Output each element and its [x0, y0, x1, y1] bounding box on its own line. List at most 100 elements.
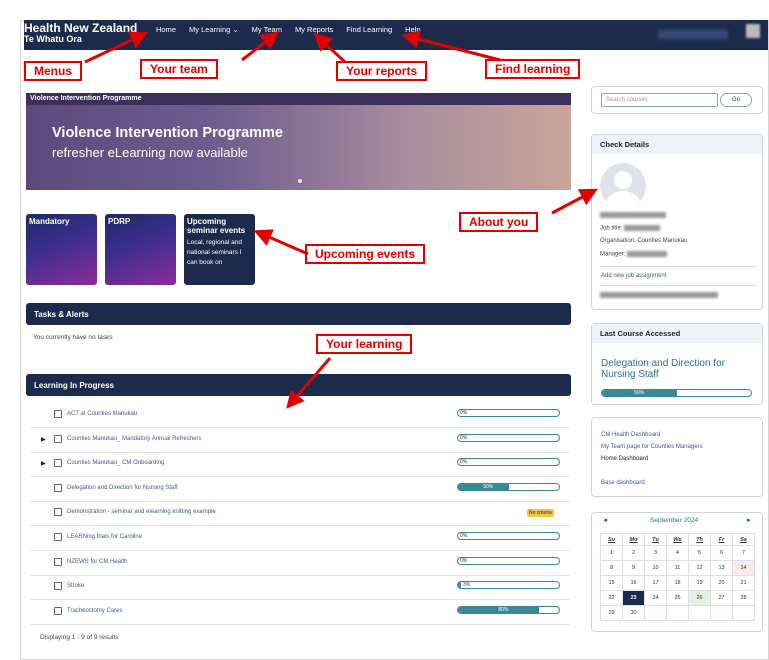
tile-pdrp[interactable]: PDRP	[105, 214, 176, 285]
tile-mandatory[interactable]: Mandatory	[26, 214, 97, 285]
nav-help[interactable]: Help	[405, 25, 420, 34]
calendar-day[interactable]: 18	[666, 575, 689, 591]
nav-my-team[interactable]: My Team	[252, 25, 282, 34]
calendar-day[interactable]: 10	[644, 560, 667, 576]
last-course-progress: 50%	[601, 389, 752, 397]
search-input[interactable]: Search courses	[601, 93, 718, 107]
progress-bar: 0%	[457, 556, 560, 565]
calendar-day[interactable]: 29	[600, 605, 623, 621]
course-title[interactable]: Counties Manukau_ Mandatory Annual Refre…	[67, 436, 201, 442]
learning-row[interactable]: Demonstration - seminar and elearning kn…	[30, 502, 570, 527]
brand-logo[interactable]: Health New Zealand Te Whatu Ora	[24, 22, 137, 45]
top-nav: Health New Zealand Te Whatu Ora Home My …	[24, 20, 768, 50]
hero-banner[interactable]: Violence Intervention Programme Violence…	[26, 93, 571, 190]
dashboard-links-card: CM Health Dashboard My Team page for Cou…	[591, 417, 763, 497]
calendar-day[interactable]: 24	[644, 590, 667, 606]
calendar-day[interactable]: 23	[622, 590, 645, 606]
course-title[interactable]: ACT at Counties Manukau	[67, 411, 137, 417]
calendar-day[interactable]: 7	[732, 545, 755, 561]
course-title[interactable]: LEARNing trials for Caroline	[67, 534, 142, 540]
go-button[interactable]: Go	[720, 93, 752, 107]
calendar-day[interactable]: 27	[710, 590, 733, 606]
calendar-day[interactable]: 5	[688, 545, 711, 561]
calendar-day[interactable]: 15	[600, 575, 623, 591]
course-title[interactable]: Delegation and Direction for Nursing Sta…	[67, 485, 178, 491]
expand-icon[interactable]: ▶	[41, 436, 46, 443]
calendar-day[interactable]: 3	[644, 545, 667, 561]
results-count: Displaying 1 - 9 of 9 results	[40, 634, 119, 641]
learning-row[interactable]: Stroke 3%	[30, 576, 570, 601]
course-title[interactable]: NZEWS for CM Health	[67, 559, 127, 565]
carousel-dot[interactable]	[298, 179, 302, 183]
calendar-day	[644, 605, 667, 621]
brand-line2: Te Whatu Ora	[24, 34, 82, 44]
last-course-link[interactable]: Delegation and Direction for Nursing Sta…	[601, 358, 762, 380]
calendar-day[interactable]: 17	[644, 575, 667, 591]
calendar-day[interactable]: 25	[666, 590, 689, 606]
calendar-day[interactable]: 19	[688, 575, 711, 591]
learning-row[interactable]: Delegation and Direction for Nursing Sta…	[30, 478, 570, 502]
calendar-day[interactable]: 11	[666, 560, 689, 576]
course-icon	[54, 557, 62, 566]
calendar-day	[666, 605, 689, 621]
weekday-label: Tu	[644, 533, 667, 546]
calendar-day[interactable]: 1	[600, 545, 623, 561]
progress-percent: 0%	[460, 557, 468, 564]
prev-month-icon[interactable]: ◄	[602, 517, 608, 524]
calendar-day[interactable]: 20	[710, 575, 733, 591]
next-month-icon[interactable]: ►	[746, 517, 752, 524]
nav-my-learning[interactable]: My Learning ⌄	[189, 25, 239, 34]
divider	[600, 285, 756, 286]
nav-my-reports[interactable]: My Reports	[295, 25, 333, 34]
calendar-day[interactable]: 16	[622, 575, 645, 591]
calendar-day[interactable]: 14	[732, 560, 755, 576]
progress-bar: 0%	[457, 409, 560, 417]
add-job-assignment-link[interactable]: Add new job assignment	[601, 273, 666, 279]
calendar-day[interactable]: 12	[688, 560, 711, 576]
program-icon	[54, 459, 62, 468]
link-team-page[interactable]: My Team page for Counties Managers	[601, 444, 703, 450]
calendar-month: September 2024	[650, 517, 699, 524]
profile-manager: Manager:	[600, 251, 668, 258]
weekday-label: Sa	[732, 533, 755, 546]
course-icon	[54, 410, 62, 418]
course-title[interactable]: Counties Manukau_ CM Onboarding	[67, 460, 164, 466]
calendar-day[interactable]: 8	[600, 560, 623, 576]
link-cm-health-dashboard[interactable]: CM Health Dashboard	[601, 432, 660, 438]
calendar-day[interactable]: 26	[688, 590, 711, 606]
calendar-day[interactable]: 30	[622, 605, 645, 621]
calendar-day[interactable]: 2	[622, 545, 645, 561]
course-title[interactable]: Tracheostomy Cares	[67, 608, 122, 614]
link-home-dashboard[interactable]: Home Dashboard	[601, 456, 648, 462]
tile-upcoming-events[interactable]: Upcoming seminar events Local, regional …	[184, 214, 255, 285]
check-details-card: Check Details Job title: Organisation: C…	[591, 134, 763, 310]
calendar-day[interactable]: 4	[666, 545, 689, 561]
link-base-dashboard[interactable]: Base dashboard	[601, 480, 645, 486]
program-icon	[54, 434, 62, 443]
learning-row[interactable]: ▶ Counties Manukau_ CM Onboarding 0%	[30, 453, 570, 478]
course-title[interactable]: Stroke	[67, 583, 84, 589]
course-title[interactable]: Demonstration - seminar and elearning kn…	[67, 509, 216, 515]
calendar-day[interactable]: 28	[732, 590, 755, 606]
user-name-redacted[interactable]	[658, 30, 728, 39]
user-avatar[interactable]	[746, 24, 760, 38]
calendar-day[interactable]: 6	[710, 545, 733, 561]
tile-label: Upcoming seminar events	[187, 217, 246, 235]
learning-row[interactable]: NZEWS for CM Health 0%	[30, 552, 570, 576]
nav-find-learning[interactable]: Find Learning	[346, 25, 392, 34]
learning-row[interactable]: Tracheostomy Cares 80%	[30, 601, 570, 625]
calendar-day[interactable]: 22	[600, 590, 623, 606]
calendar-day[interactable]: 13	[710, 560, 733, 576]
calendar-day[interactable]: 21	[732, 575, 755, 591]
course-icon	[54, 508, 62, 517]
weekday-label: Fr	[710, 533, 733, 546]
learning-row[interactable]: ▶ Counties Manukau_ Mandatory Annual Refr…	[30, 429, 570, 453]
learning-row[interactable]: ACT at Counties Manukau 0%	[30, 404, 570, 428]
callout-your-learning: Your learning	[316, 334, 413, 354]
nav-home[interactable]: Home	[156, 25, 176, 34]
progress-percent: 50%	[483, 483, 494, 490]
expand-icon[interactable]: ▶	[41, 460, 46, 467]
course-icon	[54, 582, 62, 591]
learning-row[interactable]: LEARNing trials for Caroline 0%	[30, 527, 570, 551]
calendar-day[interactable]: 9	[622, 560, 645, 576]
